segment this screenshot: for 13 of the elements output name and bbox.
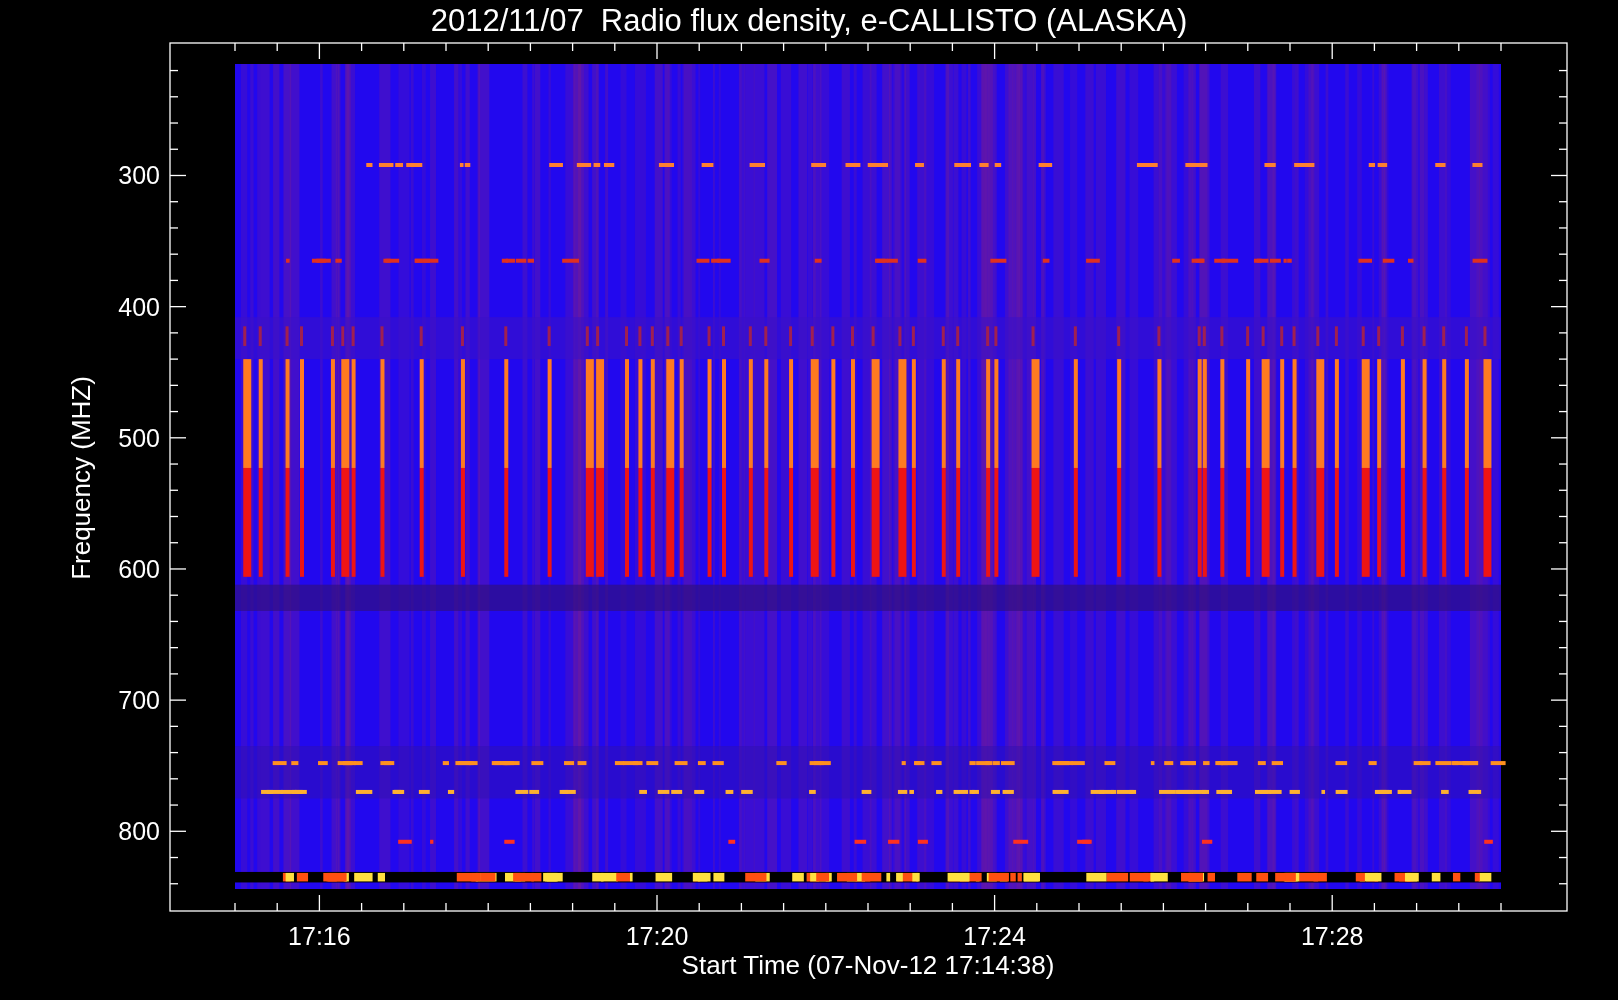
- tick-label: 500: [118, 423, 160, 452]
- tick-label: 17:24: [963, 922, 1026, 950]
- tick-label: 17:20: [625, 922, 689, 950]
- axis-title: Frequency (MHZ): [66, 376, 96, 580]
- tick-label: 300: [118, 161, 160, 190]
- plot-title: 2012/11/07 Radio flux density, e-CALLISTO (ALASKA): [430, 3, 1188, 38]
- tick-label: 600: [118, 554, 160, 583]
- tick-label: 800: [118, 817, 160, 846]
- tick-label: 400: [118, 292, 160, 321]
- tick-label: 17:28: [1300, 922, 1364, 950]
- tick-label: 700: [118, 686, 160, 715]
- tick-label: 17:16: [288, 922, 351, 950]
- axis-title: Start Time (07-Nov-12 17:14:38): [681, 950, 1055, 980]
